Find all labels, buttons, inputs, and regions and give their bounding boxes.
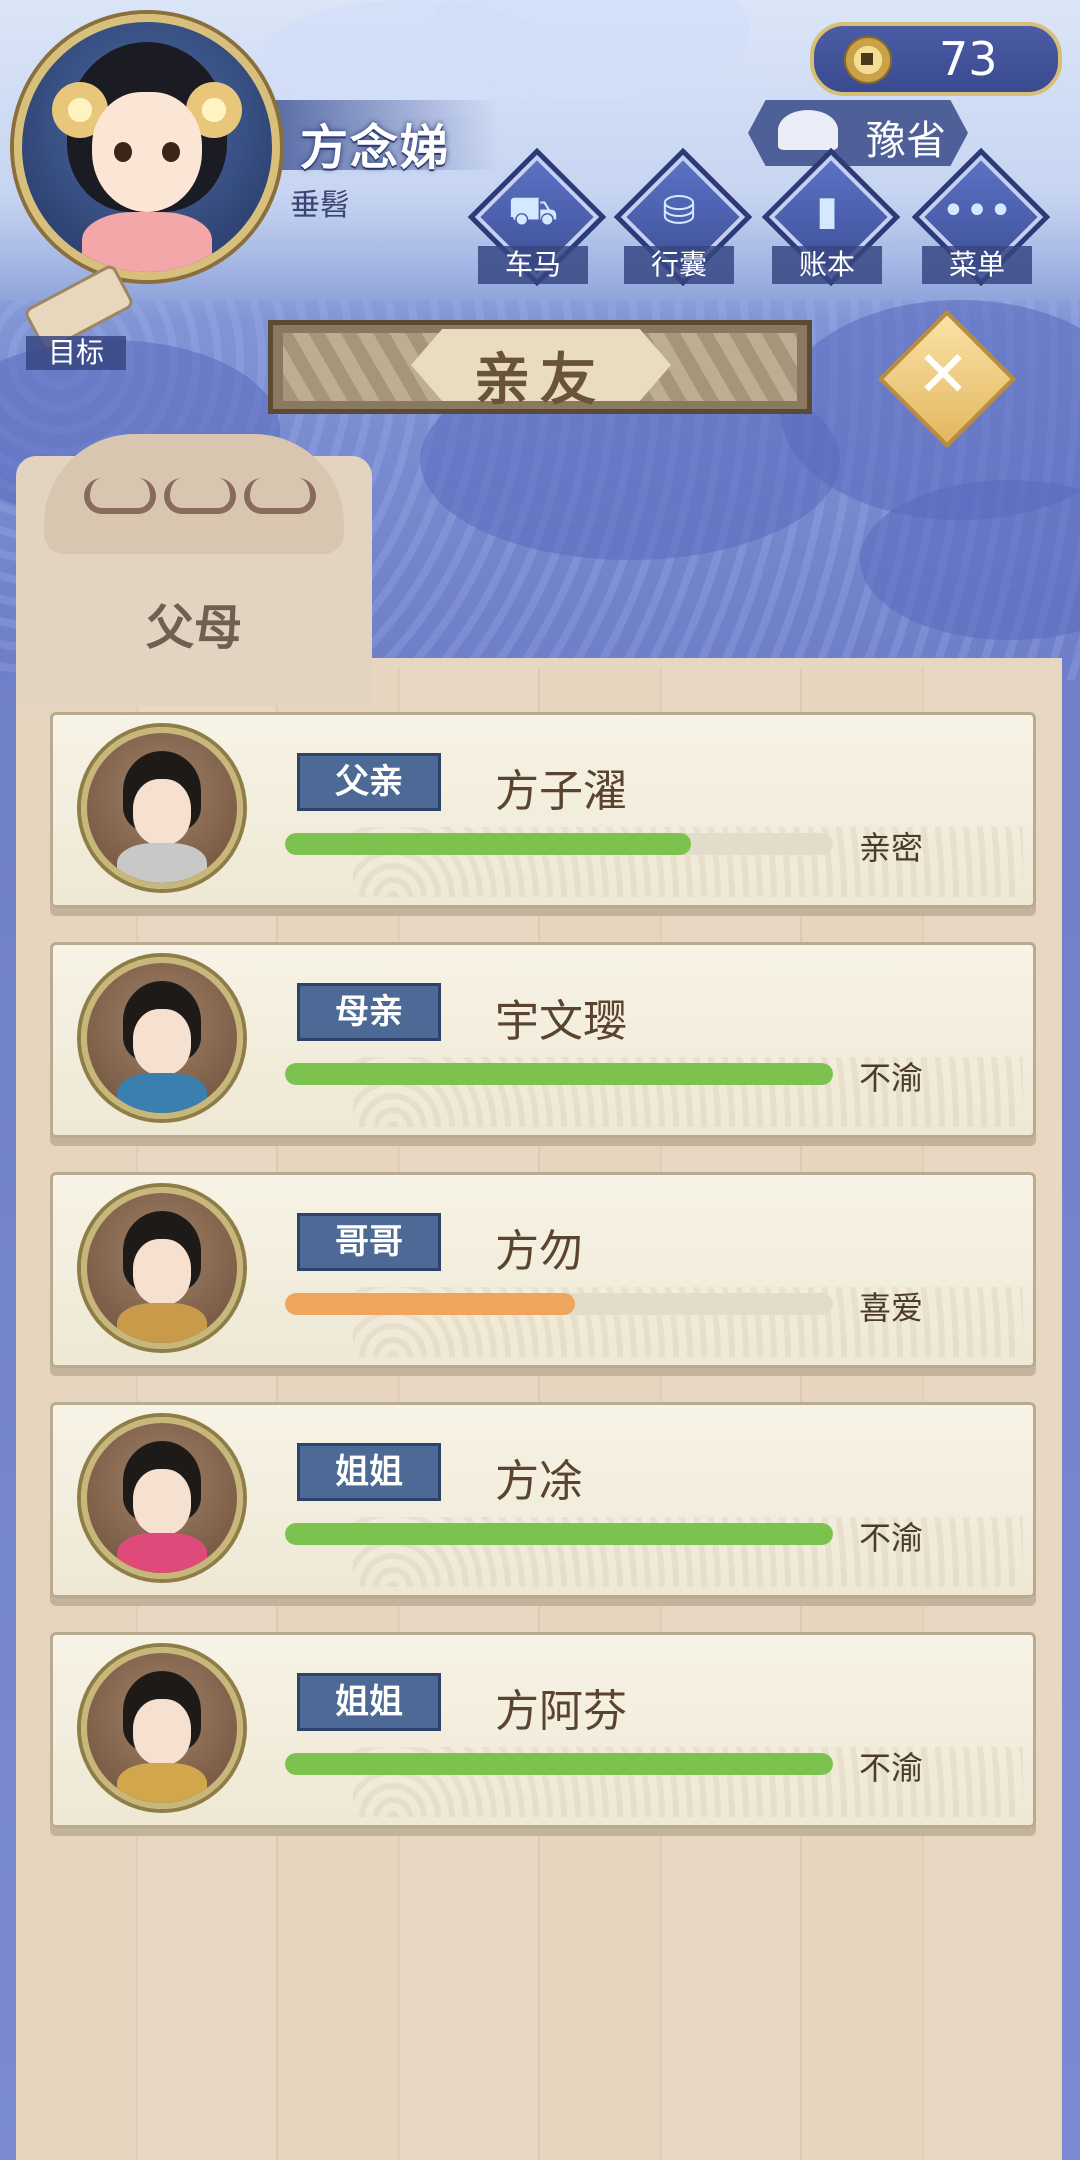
family-screen: 方念娣 垂髫 73 豫省 ⛟ 车马 ⛁ 行囊 ▮ 账本 ••• 菜单 目标 亲友	[0, 0, 1080, 2160]
relative-name: 方子濯	[495, 766, 627, 817]
face	[133, 1469, 191, 1535]
menu-label: 菜单	[922, 246, 1032, 284]
coin-counter[interactable]: 73	[810, 22, 1062, 96]
ledger-button[interactable]: ▮ 账本	[761, 147, 901, 290]
tab-label: 父母	[145, 600, 242, 656]
affinity-fill	[285, 1523, 833, 1545]
close-icon[interactable]: ✕	[898, 330, 988, 420]
face	[133, 1699, 191, 1765]
relation-status: 亲密	[859, 829, 924, 867]
portrait-avatar[interactable]	[81, 1187, 243, 1349]
relative-card[interactable]: 姐姐 方凃 不渝	[50, 1402, 1036, 1598]
robe	[117, 1533, 207, 1573]
role-badge: 哥哥	[297, 1213, 441, 1271]
relation-status: 不渝	[859, 1519, 924, 1557]
role-badge: 姐姐	[297, 1443, 441, 1501]
carriage-icon: ⛟	[507, 188, 559, 234]
relative-name: 方勿	[495, 1226, 583, 1277]
relation-status: 喜爱	[859, 1289, 924, 1327]
role-badge: 母亲	[297, 983, 441, 1041]
affinity-bar	[285, 1063, 833, 1085]
relation-status: 不渝	[859, 1059, 924, 1097]
ledger-label: 账本	[772, 246, 882, 284]
relative-card[interactable]: 姐姐 方阿芬 不渝	[50, 1632, 1036, 1828]
bag-label: 行囊	[624, 246, 734, 284]
menu-icon: •••	[941, 188, 1013, 234]
carriage-button[interactable]: ⛟ 车马	[467, 147, 607, 290]
face	[133, 779, 191, 845]
coin-value: 73	[939, 32, 998, 86]
affinity-fill	[285, 1293, 576, 1315]
swirl-ornament	[164, 478, 236, 514]
goal-button[interactable]: 目标	[16, 262, 136, 370]
swirl-ornament	[84, 478, 156, 514]
affinity-fill	[285, 833, 691, 855]
bag-icon: ⛁	[662, 188, 696, 234]
face	[133, 1009, 191, 1075]
carriage-label: 车马	[478, 246, 588, 284]
bag-button[interactable]: ⛁ 行囊	[613, 147, 753, 290]
relative-name: 方凃	[495, 1456, 583, 1507]
location-button[interactable]: 豫省	[748, 100, 968, 166]
portrait-avatar[interactable]	[81, 1647, 243, 1809]
page-title: 亲友	[474, 348, 606, 413]
affinity-bar	[285, 833, 833, 855]
eye	[114, 142, 132, 162]
portrait-avatar[interactable]	[81, 1417, 243, 1579]
player-title: 垂髫	[290, 188, 350, 223]
eye	[162, 142, 180, 162]
ledger-icon: ▮	[815, 188, 838, 234]
affinity-fill	[285, 1063, 833, 1085]
relative-name: 宇文璎	[495, 996, 627, 1047]
portrait-avatar[interactable]	[81, 727, 243, 889]
face	[133, 1239, 191, 1305]
role-badge: 姐姐	[297, 1673, 441, 1731]
relation-status: 不渝	[859, 1749, 924, 1787]
player-avatar[interactable]	[14, 14, 280, 280]
affinity-bar	[285, 1753, 833, 1775]
relative-card[interactable]: 父亲 方子濯 亲密	[50, 712, 1036, 908]
robe	[117, 1303, 207, 1343]
role-badge: 父亲	[297, 753, 441, 811]
coin-icon	[844, 36, 892, 84]
location-label: 豫省	[866, 118, 946, 164]
relative-card[interactable]: 母亲 宇文璎 不渝	[50, 942, 1036, 1138]
portrait-avatar[interactable]	[81, 957, 243, 1119]
player-name: 方念娣	[300, 120, 451, 176]
goal-label: 目标	[26, 336, 126, 370]
swirl-ornament	[244, 478, 316, 514]
affinity-bar	[285, 1523, 833, 1545]
menu-button[interactable]: ••• 菜单	[911, 147, 1051, 290]
relative-name: 方阿芬	[495, 1686, 627, 1737]
tab-ornament	[44, 434, 344, 554]
affinity-fill	[285, 1753, 833, 1775]
title-plaque: 亲友	[268, 320, 812, 414]
tab-parents[interactable]: 父母	[16, 434, 372, 706]
face	[92, 92, 202, 212]
robe	[117, 1073, 207, 1113]
affinity-bar	[285, 1293, 833, 1315]
relative-card[interactable]: 哥哥 方勿 喜爱	[50, 1172, 1036, 1368]
robe	[117, 1763, 207, 1803]
robe	[117, 843, 207, 883]
iron-icon	[778, 110, 838, 150]
